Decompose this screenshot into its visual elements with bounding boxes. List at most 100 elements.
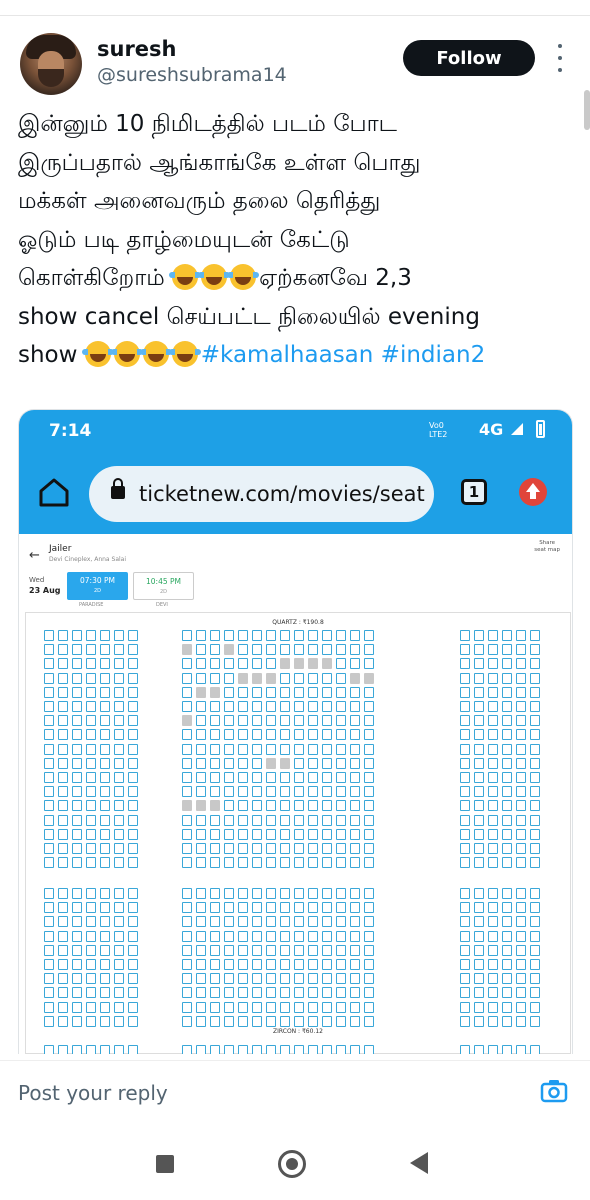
seat[interactable] bbox=[252, 1015, 262, 1027]
seat[interactable] bbox=[502, 772, 512, 783]
seat[interactable] bbox=[322, 814, 332, 826]
seat[interactable] bbox=[474, 786, 484, 798]
seat[interactable] bbox=[224, 630, 234, 641]
seat[interactable] bbox=[364, 644, 374, 656]
seat[interactable] bbox=[460, 630, 470, 641]
seat[interactable] bbox=[308, 729, 318, 741]
seat[interactable] bbox=[210, 857, 220, 869]
seat[interactable] bbox=[114, 1001, 124, 1013]
scrollbar[interactable] bbox=[584, 90, 590, 130]
seat[interactable] bbox=[72, 944, 82, 956]
seat[interactable] bbox=[182, 930, 192, 942]
seat[interactable] bbox=[114, 1045, 124, 1054]
seat[interactable] bbox=[196, 800, 206, 812]
seat[interactable] bbox=[182, 686, 192, 698]
seat[interactable] bbox=[44, 644, 54, 656]
seat[interactable] bbox=[210, 686, 220, 698]
seat[interactable] bbox=[72, 857, 82, 869]
seat[interactable] bbox=[86, 814, 96, 826]
seat[interactable] bbox=[336, 686, 346, 698]
seat[interactable] bbox=[280, 1045, 290, 1054]
seat[interactable] bbox=[114, 944, 124, 956]
seat[interactable] bbox=[58, 1001, 68, 1013]
seat[interactable] bbox=[364, 686, 374, 698]
seat[interactable] bbox=[364, 701, 374, 712]
seat[interactable] bbox=[252, 987, 262, 999]
seat[interactable] bbox=[100, 772, 110, 783]
seat[interactable] bbox=[196, 1045, 206, 1054]
seat[interactable] bbox=[488, 729, 498, 741]
seat[interactable] bbox=[252, 973, 262, 985]
seat[interactable] bbox=[58, 828, 68, 840]
seat[interactable] bbox=[474, 843, 484, 854]
seat[interactable] bbox=[86, 843, 96, 854]
seat[interactable] bbox=[224, 644, 234, 656]
seat[interactable] bbox=[460, 944, 470, 956]
seat[interactable] bbox=[280, 701, 290, 712]
seat[interactable] bbox=[322, 1045, 332, 1054]
seat[interactable] bbox=[238, 1045, 248, 1054]
seat[interactable] bbox=[502, 814, 512, 826]
seat[interactable] bbox=[322, 729, 332, 741]
seat[interactable] bbox=[364, 630, 374, 641]
seat[interactable] bbox=[474, 800, 484, 812]
seat[interactable] bbox=[128, 800, 138, 812]
seat[interactable] bbox=[474, 1015, 484, 1027]
seat[interactable] bbox=[266, 1001, 276, 1013]
seat[interactable] bbox=[322, 701, 332, 712]
seat[interactable] bbox=[336, 1045, 346, 1054]
seat[interactable] bbox=[280, 1001, 290, 1013]
hashtag-link[interactable]: #kamalhaasan bbox=[201, 342, 374, 368]
seat[interactable] bbox=[44, 1001, 54, 1013]
seat[interactable] bbox=[100, 1001, 110, 1013]
seat[interactable] bbox=[58, 888, 68, 899]
seat[interactable] bbox=[58, 644, 68, 656]
seat[interactable] bbox=[100, 701, 110, 712]
seat[interactable] bbox=[294, 630, 304, 641]
seat[interactable] bbox=[72, 930, 82, 942]
seat[interactable] bbox=[308, 814, 318, 826]
seat[interactable] bbox=[488, 857, 498, 869]
seat[interactable] bbox=[196, 743, 206, 755]
seat[interactable] bbox=[308, 658, 318, 670]
seat[interactable] bbox=[350, 814, 360, 826]
seat[interactable] bbox=[86, 772, 96, 783]
seat[interactable] bbox=[182, 843, 192, 854]
seat[interactable] bbox=[530, 902, 540, 914]
seat[interactable] bbox=[182, 1015, 192, 1027]
seat[interactable] bbox=[238, 1015, 248, 1027]
seat[interactable] bbox=[336, 1015, 346, 1027]
seat[interactable] bbox=[460, 814, 470, 826]
seat[interactable] bbox=[308, 715, 318, 727]
seat[interactable] bbox=[266, 630, 276, 641]
seat[interactable] bbox=[474, 857, 484, 869]
seat[interactable] bbox=[322, 1015, 332, 1027]
seat[interactable] bbox=[502, 930, 512, 942]
seat[interactable] bbox=[44, 930, 54, 942]
seat[interactable] bbox=[86, 686, 96, 698]
seat[interactable] bbox=[502, 944, 512, 956]
seat[interactable] bbox=[86, 757, 96, 769]
seat[interactable] bbox=[350, 743, 360, 755]
seat[interactable] bbox=[530, 630, 540, 641]
seat[interactable] bbox=[266, 944, 276, 956]
tabs-icon[interactable]: 1 bbox=[461, 479, 487, 505]
seat[interactable] bbox=[502, 658, 512, 670]
seat[interactable] bbox=[474, 1045, 484, 1054]
seat[interactable] bbox=[44, 729, 54, 741]
seat[interactable] bbox=[210, 644, 220, 656]
seat[interactable] bbox=[266, 843, 276, 854]
seat[interactable] bbox=[308, 800, 318, 812]
showtime-option[interactable]: 10:45 PM 2D bbox=[133, 572, 194, 600]
seat[interactable] bbox=[196, 959, 206, 970]
seat[interactable] bbox=[44, 658, 54, 670]
seat[interactable] bbox=[294, 701, 304, 712]
seat[interactable] bbox=[336, 888, 346, 899]
seat[interactable] bbox=[308, 701, 318, 712]
seat[interactable] bbox=[350, 902, 360, 914]
seat[interactable] bbox=[252, 786, 262, 798]
seat[interactable] bbox=[280, 828, 290, 840]
seat[interactable] bbox=[224, 672, 234, 684]
seat[interactable] bbox=[114, 888, 124, 899]
seat[interactable] bbox=[252, 843, 262, 854]
